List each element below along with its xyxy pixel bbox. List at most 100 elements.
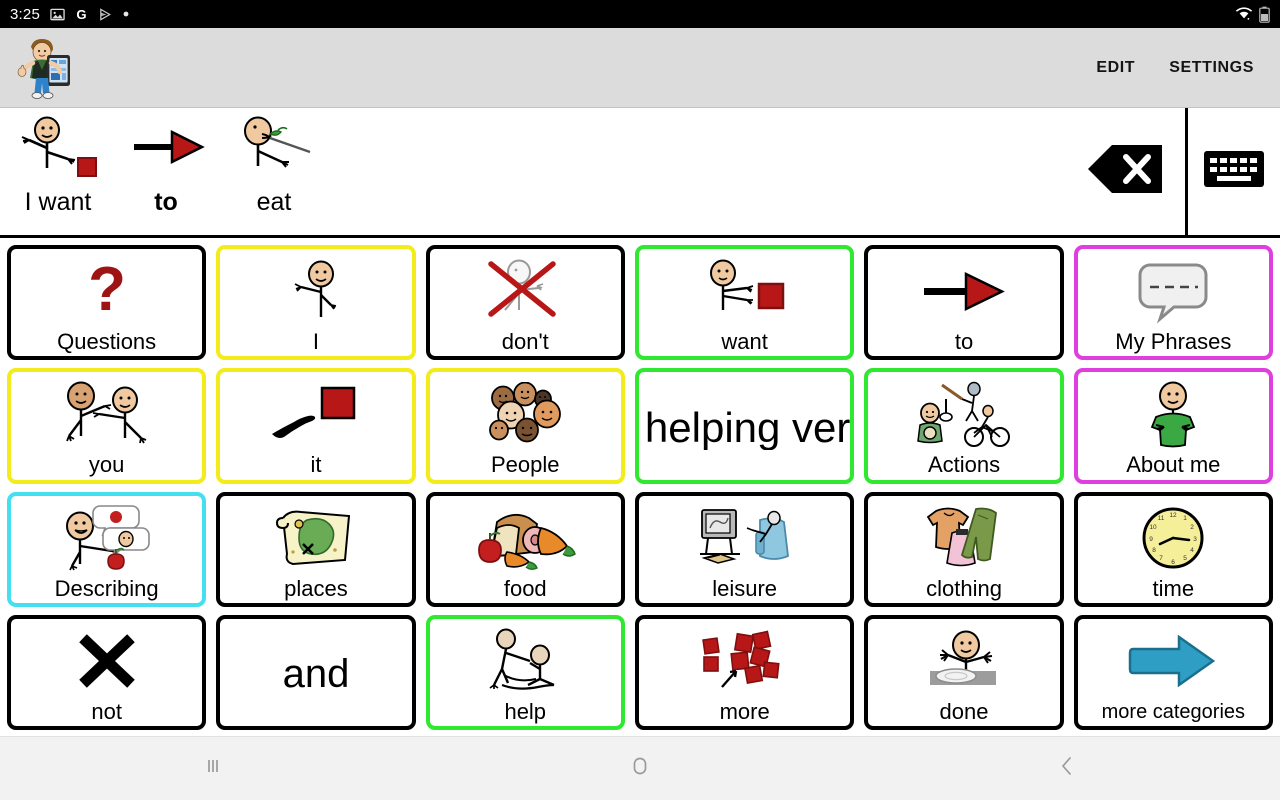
sentence-word-i-want[interactable]: I want	[4, 108, 112, 234]
wifi-icon	[1234, 6, 1254, 22]
grid-cell: I	[211, 241, 420, 364]
grid-button-clothing[interactable]: clothing	[864, 491, 1064, 607]
grid-button-i[interactable]: I	[216, 245, 416, 361]
tv-and-armchair-icon	[639, 500, 850, 577]
grid-button-places[interactable]: places	[216, 491, 416, 607]
grid-button-more[interactable]: more	[634, 614, 855, 730]
grid-cell: My Phrases	[1069, 241, 1278, 364]
grid-button-time[interactable]: 12 1 2 3 45 6 78 9 10 11 time	[1073, 491, 1273, 607]
sentence-word-label: I want	[24, 188, 92, 216]
dot-icon	[122, 10, 130, 18]
svg-text:5: 5	[1184, 555, 1188, 562]
grid-button-questions[interactable]: ? Questions	[7, 245, 207, 361]
grid-button-label: done	[939, 698, 989, 724]
grid-button-label: helping ver	[644, 405, 851, 450]
grid-button-and[interactable]: and	[216, 614, 416, 730]
svg-text:10: 10	[1150, 524, 1158, 531]
grid-button-people[interactable]: People	[425, 368, 625, 484]
back-button[interactable]	[1007, 754, 1127, 783]
grid-button-label: Describing	[54, 575, 159, 601]
person-pointing-red-block-symbol	[4, 112, 112, 188]
grid-cell: want	[630, 241, 859, 364]
treasure-map-icon	[220, 500, 411, 577]
grid-button-about-me[interactable]: About me	[1073, 368, 1273, 484]
person-helping-person-icon	[430, 623, 621, 700]
sentence-bar: I want to eat	[0, 108, 1280, 238]
grid-button-food[interactable]: food	[425, 491, 625, 607]
blue-arrow-right-icon	[1078, 623, 1269, 702]
android-status-bar: 3:25 G	[0, 0, 1280, 28]
grid-button-actions[interactable]: Actions	[864, 368, 1064, 484]
recents-icon	[201, 754, 225, 783]
sentence-words: I want to eat	[0, 108, 328, 235]
backspace-delete-button[interactable]	[1065, 141, 1185, 202]
aac-app-screen: 3:25 G EDIT SETTINGS I want to eat ? Que…	[0, 0, 1280, 800]
person-eating-fork-symbol	[220, 112, 328, 188]
grid-cell: help	[421, 611, 630, 734]
person-green-shirt-icon	[1078, 376, 1269, 453]
svg-text:?: ?	[88, 258, 126, 324]
image-icon	[50, 7, 65, 22]
edit-button[interactable]: EDIT	[1096, 59, 1135, 77]
svg-text:9: 9	[1150, 536, 1154, 543]
sentence-word-eat[interactable]: eat	[220, 108, 328, 234]
grid-button-label: People	[491, 452, 560, 478]
grid-button-not[interactable]: not	[7, 614, 207, 730]
grid-button-my-phrases[interactable]: My Phrases	[1073, 245, 1273, 361]
sentence-word-to[interactable]: to	[112, 108, 220, 234]
svg-text:G: G	[76, 7, 86, 22]
grid-button-helping-verbs[interactable]: helping ver	[634, 368, 855, 484]
grid-button-label: Actions	[927, 452, 1001, 478]
question-mark-icon: ?	[11, 253, 202, 330]
group-of-faces-icon	[430, 376, 621, 453]
grid-cell: places	[211, 488, 420, 611]
toolbar-actions: EDIT SETTINGS	[1096, 59, 1280, 77]
grid-cell: you	[2, 364, 211, 487]
home-button[interactable]	[580, 754, 700, 783]
grid-cell: don't	[421, 241, 630, 364]
grid-button-you[interactable]: you	[7, 368, 207, 484]
grid-cell: food	[421, 488, 630, 611]
grid-button-to[interactable]: to	[864, 245, 1064, 361]
grid-button-help[interactable]: help	[425, 614, 625, 730]
person-reaching-block-icon	[639, 253, 850, 330]
android-navigation-bar	[0, 736, 1280, 800]
home-icon	[628, 754, 652, 783]
person-pointing-self-icon	[220, 253, 411, 330]
svg-text:3: 3	[1194, 536, 1198, 543]
grid-cell: clothing	[859, 488, 1068, 611]
settings-button[interactable]: SETTINGS	[1169, 59, 1254, 77]
grid-button-label: My Phrases	[1115, 329, 1232, 355]
grid-cell: not	[2, 611, 211, 734]
grid-button-label: Questions	[57, 329, 157, 355]
grid-button-dont[interactable]: don't	[425, 245, 625, 361]
grid-button-label: leisure	[712, 575, 778, 601]
red-arrow-right-icon	[868, 253, 1059, 330]
grid-button-leisure[interactable]: leisure	[634, 491, 855, 607]
grid-cell: helping ver	[630, 364, 859, 487]
communication-grid: ? Questions I don't want to My Phrases y…	[0, 238, 1280, 736]
grid-button-done[interactable]: done	[864, 614, 1064, 730]
grid-button-label: help	[504, 698, 547, 724]
two-people-pointing-icon	[11, 376, 202, 453]
svg-text:4: 4	[1191, 547, 1195, 554]
red-arrow-right-symbol	[112, 112, 220, 188]
svg-text:11: 11	[1158, 515, 1165, 522]
person-describing-apple-icon	[11, 500, 202, 577]
keyboard-toggle-button[interactable]	[1188, 147, 1280, 196]
grid-button-want[interactable]: want	[634, 245, 855, 361]
sentence-bar-controls	[1065, 108, 1280, 235]
grid-button-describing[interactable]: Describing	[7, 491, 207, 607]
bread-apple-carrot-icon	[430, 500, 621, 577]
grid-cell: 12 1 2 3 45 6 78 9 10 11 time	[1069, 488, 1278, 611]
grid-cell: to	[859, 241, 1068, 364]
grid-button-label: About me	[1126, 452, 1221, 478]
svg-text:8: 8	[1153, 547, 1157, 554]
svg-text:1: 1	[1184, 515, 1188, 522]
svg-text:7: 7	[1160, 555, 1164, 562]
hand-pointing-red-block-icon	[220, 376, 411, 453]
grid-button-it[interactable]: it	[216, 368, 416, 484]
grid-button-more-categories[interactable]: more categories	[1073, 614, 1273, 730]
recents-button[interactable]	[153, 754, 273, 783]
grid-button-label: you	[88, 452, 125, 478]
